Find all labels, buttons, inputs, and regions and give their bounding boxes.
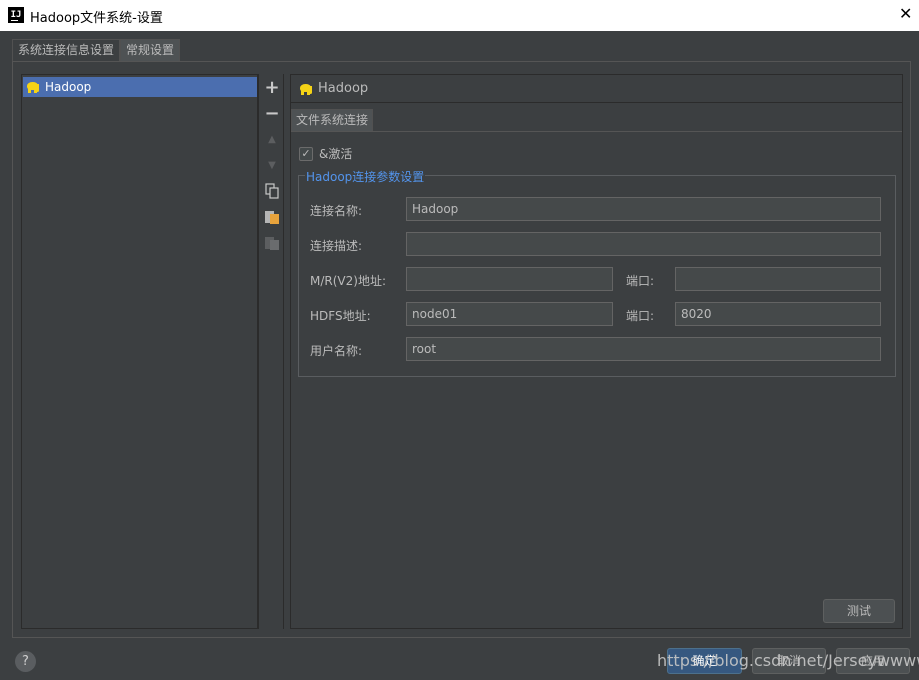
connection-description-label: 连接描述:: [310, 239, 363, 253]
username-label: 用户名称:: [310, 344, 363, 358]
filesystem-connection-panel: ✓ &激活 Hadoop连接参数设置 连接名称: Hadoop 连接描述: M/…: [291, 131, 902, 628]
connection-description-input[interactable]: [406, 232, 881, 256]
list-toolbar: + − ▲ ▼: [258, 74, 284, 629]
detail-header-title: Hadoop: [318, 81, 369, 96]
hdfs-port-input[interactable]: 8020: [675, 302, 881, 326]
username-input[interactable]: root: [406, 337, 881, 361]
add-icon[interactable]: +: [263, 79, 281, 97]
mr-address-label: M/R(V2)地址:: [310, 274, 386, 288]
hdfs-port-label: 端口:: [626, 309, 655, 323]
hdfs-address-label: HDFS地址:: [310, 309, 371, 323]
move-down-icon[interactable]: ▼: [263, 157, 281, 175]
title-bar: IJ Hadoop文件系统-设置 ✕: [0, 0, 919, 31]
copy-icon[interactable]: [263, 183, 281, 201]
delete-copy-icon[interactable]: [263, 235, 281, 253]
mr-port-label: 端口:: [626, 274, 655, 288]
list-item-hadoop[interactable]: Hadoop: [23, 77, 257, 97]
connection-list: Hadoop: [21, 74, 258, 629]
help-icon[interactable]: ?: [15, 651, 36, 672]
detail-header: Hadoop: [291, 75, 902, 103]
activate-row: ✓ &激活: [299, 145, 352, 162]
move-up-icon[interactable]: ▲: [263, 131, 281, 149]
intellij-app-icon: IJ: [8, 7, 24, 23]
hdfs-address-input[interactable]: node01: [406, 302, 613, 326]
apply-button[interactable]: 应用: [836, 648, 910, 674]
tab-connection-settings[interactable]: 系统连接信息设置: [12, 39, 121, 61]
cancel-button[interactable]: 取消: [752, 648, 826, 674]
mr-address-input[interactable]: [406, 267, 613, 291]
connection-detail-panel: Hadoop 文件系统连接 ✓ &激活 Hadoop连接参数设置 连接名称: H…: [290, 74, 903, 629]
test-button[interactable]: 测试: [823, 599, 895, 623]
group-title: Hadoop连接参数设置: [305, 168, 426, 185]
close-button[interactable]: ✕: [899, 0, 919, 31]
list-item-label: Hadoop: [45, 80, 92, 94]
connection-name-input[interactable]: Hadoop: [406, 197, 881, 221]
paste-icon[interactable]: [263, 209, 281, 227]
connection-name-label: 连接名称:: [310, 204, 363, 218]
mr-port-input[interactable]: [675, 267, 881, 291]
hadoop-elephant-icon: [299, 83, 313, 95]
ok-button[interactable]: 确定: [667, 648, 742, 674]
tab-filesystem-connection[interactable]: 文件系统连接: [291, 109, 374, 131]
window-title: Hadoop文件系统-设置: [30, 11, 163, 26]
tab-general-settings[interactable]: 常规设置: [120, 39, 181, 61]
activate-label: &激活: [319, 147, 353, 161]
hadoop-elephant-icon: [26, 81, 40, 93]
activate-checkbox[interactable]: ✓: [299, 146, 313, 161]
settings-tabs: 系统连接信息设置 常规设置: [12, 39, 181, 61]
remove-icon[interactable]: −: [263, 105, 281, 123]
connection-params-group: Hadoop连接参数设置 连接名称: Hadoop 连接描述: M/R(V2)地…: [298, 168, 896, 377]
